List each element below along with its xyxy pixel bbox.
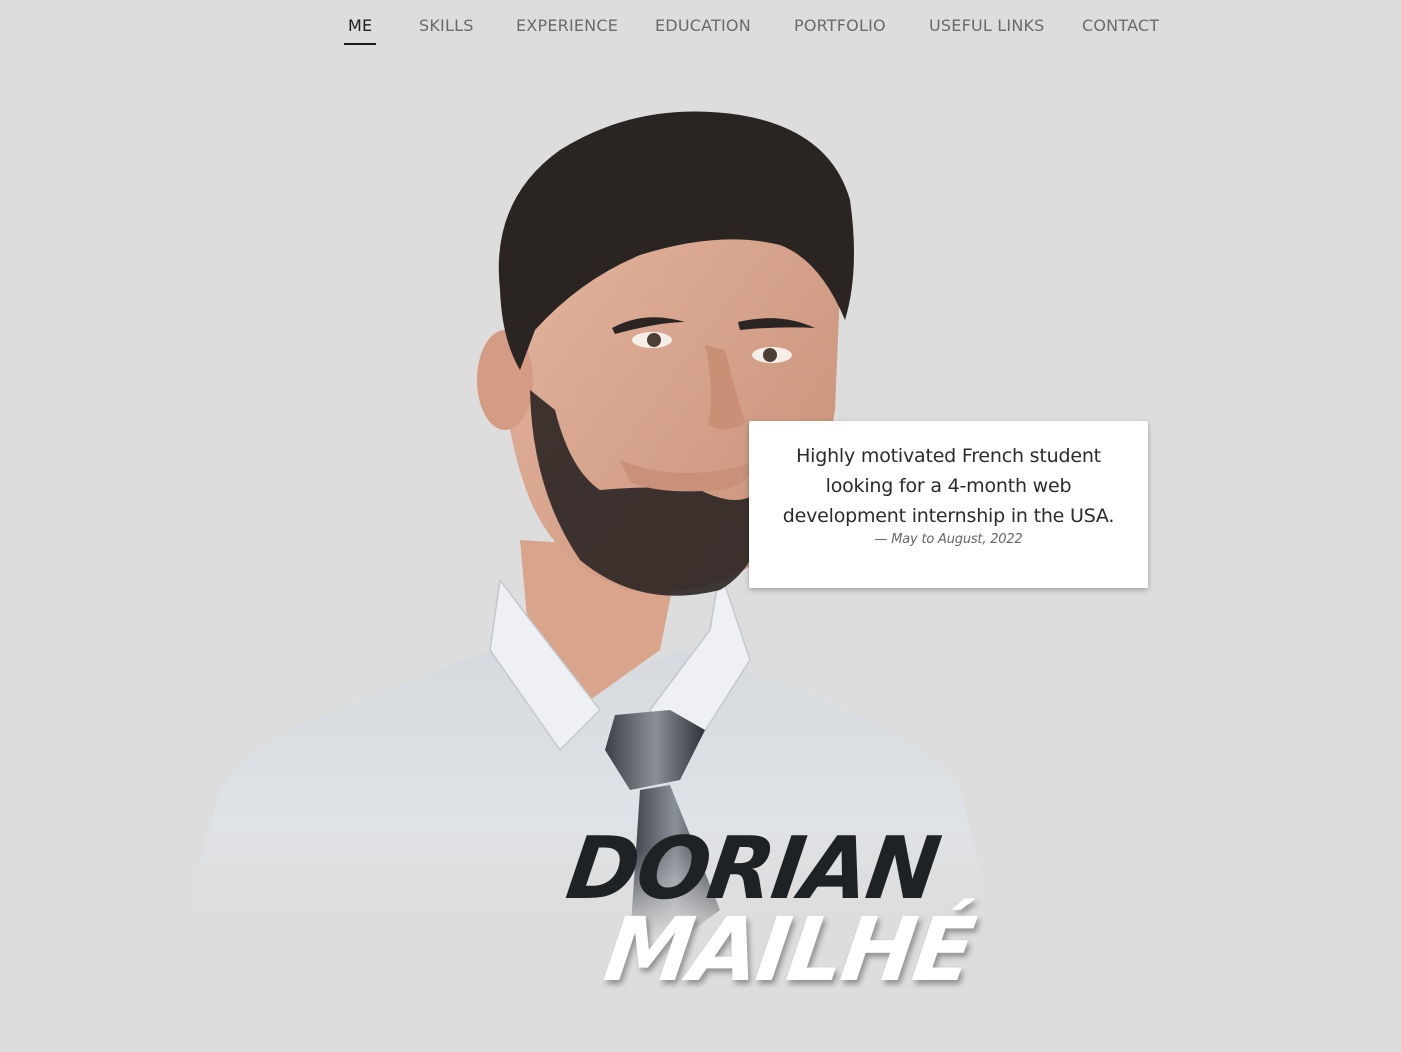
last-name-heading: MAILHÉ — [598, 898, 980, 1001]
nav-item-skills[interactable]: SKILLS — [419, 16, 474, 36]
nav-item-useful-links[interactable]: USEFUL LINKS — [929, 16, 1045, 36]
nav-item-contact[interactable]: CONTACT — [1082, 16, 1159, 36]
nav-item-education[interactable]: EDUCATION — [655, 16, 751, 36]
nav-active-indicator — [344, 43, 376, 45]
quote-card: Highly motivated French student looking … — [749, 421, 1148, 588]
quote-source: — May to August, 2022 — [874, 532, 1023, 547]
nav-item-experience[interactable]: EXPERIENCE — [516, 16, 618, 36]
quote-text: Highly motivated French student looking … — [782, 445, 1115, 527]
nav-item-me[interactable]: ME — [348, 16, 372, 36]
nav-item-portfolio[interactable]: PORTFOLIO — [794, 16, 886, 36]
main-nav: ME SKILLS EXPERIENCE EDUCATION PORTFOLIO… — [0, 0, 1401, 56]
